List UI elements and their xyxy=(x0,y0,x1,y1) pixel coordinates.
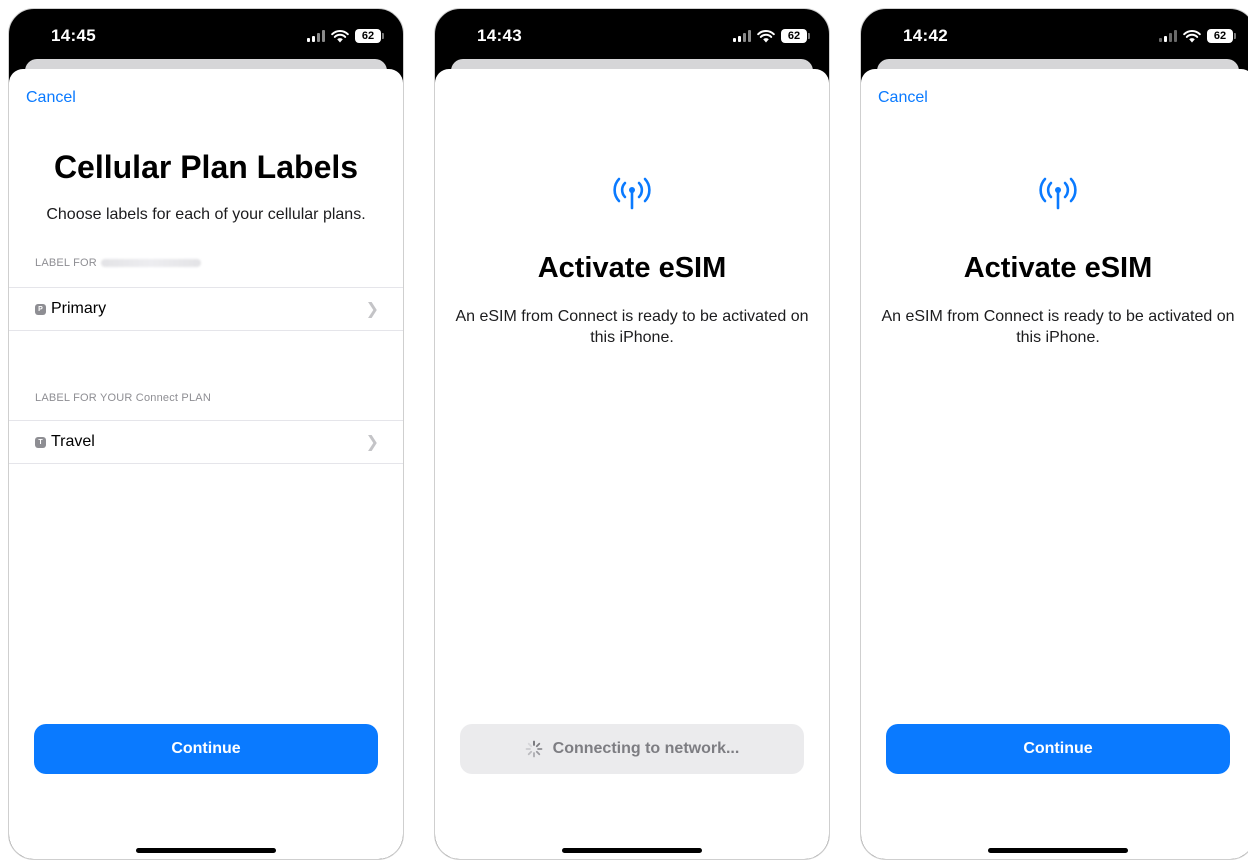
connecting-status-button: Connecting to network... xyxy=(460,724,804,774)
chevron-right-icon: ❯ xyxy=(365,434,379,451)
battery-indicator: 62 xyxy=(1207,29,1236,43)
wifi-icon xyxy=(331,30,349,43)
label-badge-icon: T xyxy=(35,436,46,448)
phone-screen-activate-esim-connecting: 14:43 62 Activate eSIM An eSIM from Conn… xyxy=(434,8,830,860)
modal-sheet: Cancel Cellular Plan Labels Choose label… xyxy=(9,69,403,859)
battery-indicator: 62 xyxy=(781,29,810,43)
wifi-icon xyxy=(757,30,775,43)
signal-icon xyxy=(1159,30,1177,42)
phone-screen-activate-esim-ready: 14:42 62 Cancel Activate eSIM An eSIM fr… xyxy=(860,8,1248,860)
status-icons: 62 xyxy=(1159,29,1236,43)
modal-sheet: Cancel Activate eSIM An eSIM from Connec… xyxy=(861,69,1248,859)
page-subtitle: An eSIM from Connect is ready to be acti… xyxy=(455,308,809,346)
wifi-icon xyxy=(1183,30,1201,43)
modal-sheet: Activate eSIM An eSIM from Connect is re… xyxy=(435,69,829,859)
continue-button[interactable]: Continue xyxy=(886,724,1230,774)
battery-indicator: 62 xyxy=(355,29,384,43)
cancel-button[interactable]: Cancel xyxy=(26,89,76,107)
status-bar: 14:43 62 xyxy=(435,9,829,59)
signal-icon xyxy=(307,30,325,42)
continue-button[interactable]: Continue xyxy=(34,724,378,774)
section-header-travel: LABEL FOR YOUR Connect PLAN xyxy=(35,392,211,404)
page-title: Activate eSIM xyxy=(963,252,1153,284)
status-bar: 14:45 62 xyxy=(9,9,403,59)
row-label: Travel xyxy=(51,433,95,450)
label-row-primary[interactable]: P Primary ❯ xyxy=(9,287,403,331)
page-title: Activate eSIM xyxy=(537,252,727,284)
spinner-icon xyxy=(525,740,543,758)
connecting-label: Connecting to network... xyxy=(552,740,740,757)
label-row-travel[interactable]: T Travel ❯ xyxy=(9,420,403,464)
status-time: 14:42 xyxy=(903,26,948,45)
home-indicator xyxy=(136,848,276,853)
cellular-antenna-icon xyxy=(613,177,651,210)
page-subtitle: Choose labels for each of your cellular … xyxy=(46,206,366,223)
section-header-primary: LABEL FOR xyxy=(35,257,201,269)
redacted-phone-number xyxy=(100,259,201,267)
status-icons: 62 xyxy=(307,29,384,43)
chevron-right-icon: ❯ xyxy=(365,301,379,318)
cancel-button[interactable]: Cancel xyxy=(878,89,928,107)
status-time: 14:43 xyxy=(477,26,522,45)
cellular-antenna-icon xyxy=(1039,177,1077,210)
page-title: Cellular Plan Labels xyxy=(53,149,359,185)
section-header-text: LABEL FOR YOUR Connect PLAN xyxy=(35,392,211,404)
status-bar: 14:42 62 xyxy=(861,9,1248,59)
status-icons: 62 xyxy=(733,29,810,43)
home-indicator xyxy=(562,848,702,853)
status-time: 14:45 xyxy=(51,26,96,45)
label-badge-icon: P xyxy=(35,303,46,315)
phone-screen-cellular-plan-labels: 14:45 62 Cancel Cellular Plan Labels Cho… xyxy=(8,8,404,860)
home-indicator xyxy=(988,848,1128,853)
section-header-text: LABEL FOR xyxy=(35,257,97,269)
row-label: Primary xyxy=(51,300,107,317)
signal-icon xyxy=(733,30,751,42)
page-subtitle: An eSIM from Connect is ready to be acti… xyxy=(881,308,1235,346)
